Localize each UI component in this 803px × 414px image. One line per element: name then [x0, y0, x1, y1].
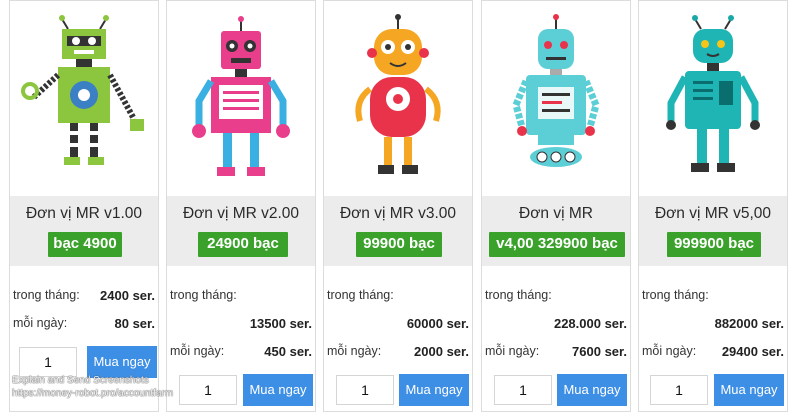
daily-value: 29400 ser.	[721, 344, 784, 359]
quantity-input[interactable]: 1	[179, 375, 237, 405]
product-card-v1: Đơn vị MR v1.00 bạc 4900 trong tháng: 24…	[9, 0, 159, 412]
product-title: Đơn vị MR v2.00	[182, 205, 300, 222]
product-title: Đơn vị MR v5,00	[654, 205, 772, 222]
product-title: Đơn vị MR v3.00	[339, 205, 457, 222]
product-image	[167, 1, 315, 196]
product-image	[10, 1, 158, 196]
buy-now-button[interactable]: Mua ngay	[399, 374, 469, 406]
green-robot-icon	[21, 15, 144, 165]
price-badge: 99900 bạc	[356, 232, 442, 257]
buy-now-button[interactable]: Mua ngay	[243, 374, 313, 406]
price-badge: bạc 4900	[48, 232, 122, 257]
daily-label: mỗi ngày:	[13, 316, 68, 330]
product-image	[482, 1, 630, 196]
product-card-v3: Đơn vị MR v3.00 99900 bạc trong tháng: 6…	[323, 0, 473, 412]
monthly-value: 228.000 ser.	[553, 316, 627, 331]
buy-now-button[interactable]: Mua ngay	[557, 374, 627, 406]
monthly-value: 60000 ser.	[406, 316, 469, 331]
red-robot-icon	[355, 14, 441, 174]
quantity-input[interactable]: 1	[650, 375, 708, 405]
cyan-robot-icon	[512, 14, 600, 167]
quantity-input[interactable]: 1	[19, 347, 77, 377]
daily-label: mỗi ngày:	[170, 344, 225, 358]
monthly-value: 13500 ser.	[249, 316, 312, 331]
daily-value: 2000 ser.	[414, 344, 469, 359]
daily-label: mỗi ngày:	[642, 344, 697, 358]
daily-value: 450 ser.	[264, 344, 312, 359]
price-badge: 999900 bạc	[667, 232, 761, 257]
pink-robot-icon	[192, 16, 290, 176]
monthly-value: 882000 ser.	[714, 316, 784, 331]
product-card-v4: Đơn vị MR v4,00 329900 bạc trong tháng: …	[481, 0, 631, 412]
product-title: Đơn vị MR v1.00	[25, 205, 143, 222]
product-card-v5: Đơn vị MR v5,00 999900 bạc trong tháng: …	[638, 0, 788, 412]
watermark: Explain and Send Screenshots https://mon…	[12, 374, 173, 400]
watermark-line-2: https://money-robot.pro/accountfarm	[12, 388, 174, 399]
daily-value: 80 ser.	[114, 316, 156, 331]
monthly-value: 2400 ser.	[100, 288, 155, 303]
monthly-label: trong tháng:	[642, 288, 709, 302]
daily-label: mỗi ngày:	[485, 344, 540, 358]
daily-label: mỗi ngày:	[327, 344, 382, 358]
product-title: Đơn vị MR	[519, 205, 593, 222]
monthly-label: trong tháng:	[485, 288, 552, 302]
price-badge: 24900 bạc	[198, 232, 288, 257]
product-image	[639, 1, 787, 196]
teal-robot-icon	[666, 15, 760, 172]
watermark-line-1: Explain and Send Screenshots	[12, 375, 149, 386]
quantity-input[interactable]: 1	[494, 375, 552, 405]
monthly-label: trong tháng:	[13, 288, 80, 302]
price-badge: v4,00 329900 bạc	[489, 232, 625, 257]
monthly-label: trong tháng:	[170, 288, 237, 302]
product-image	[324, 1, 472, 196]
quantity-input[interactable]: 1	[336, 375, 394, 405]
product-card-v2: Đơn vị MR v2.00 24900 bạc trong tháng: 1…	[166, 0, 316, 412]
daily-value: 7600 ser.	[572, 344, 627, 359]
monthly-label: trong tháng:	[327, 288, 394, 302]
buy-now-button[interactable]: Mua ngay	[714, 374, 784, 406]
